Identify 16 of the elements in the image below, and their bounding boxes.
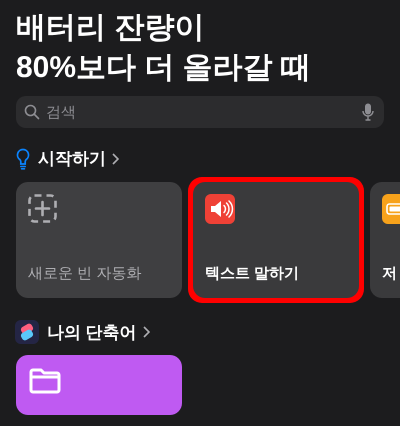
section-title-link[interactable]: 나의 단축어	[47, 320, 150, 345]
shortcut-card[interactable]: 저	[370, 182, 400, 298]
shortcut-card[interactable]	[16, 355, 182, 415]
dashed-plus-icon	[28, 194, 57, 222]
folder-icon	[28, 367, 62, 395]
app-icon	[15, 320, 39, 344]
lightbulb-icon	[16, 148, 30, 170]
section-title-link[interactable]: 시작하기	[38, 146, 119, 172]
title-line: 80%보다 더 올라갈 때	[16, 50, 312, 86]
shortcut-card[interactable]: 새로운 빈 자동화	[16, 182, 182, 298]
search-field[interactable]: 검색	[16, 96, 384, 128]
chevron-right-icon	[142, 326, 150, 338]
chevron-right-icon	[112, 152, 119, 165]
shortcut-card[interactable]: 텍스트 말하기	[193, 182, 359, 298]
title-line: 배터리 잔량이	[16, 10, 206, 46]
microphone-icon[interactable]	[362, 103, 374, 121]
